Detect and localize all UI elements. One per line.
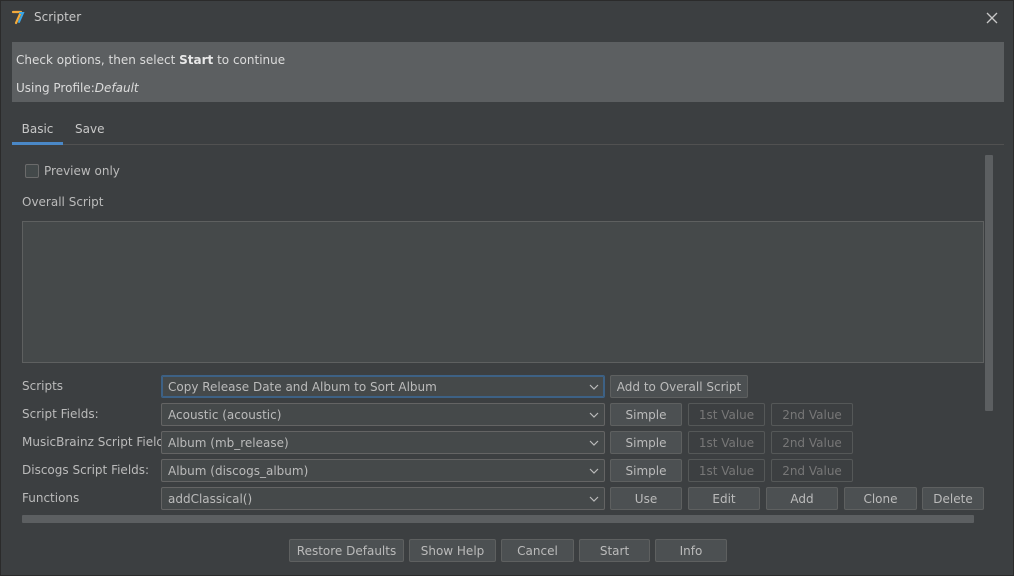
scripter-dialog: Scripter Check options, then select Star… <box>0 0 1014 576</box>
functions-select[interactable]: addClassical() <box>161 487 605 510</box>
restore-defaults-button[interactable]: Restore Defaults <box>289 539 404 562</box>
functions-select-value: addClassical() <box>168 492 253 506</box>
tab-save[interactable]: Save <box>75 114 104 145</box>
discogs-simple-button[interactable]: Simple <box>610 459 682 482</box>
title-bar: Scripter <box>1 1 1013 34</box>
chevron-down-icon <box>588 381 600 393</box>
musicbrainz-fields-label: MusicBrainz Script Fields: <box>22 435 175 449</box>
add-to-overall-script-button[interactable]: Add to Overall Script <box>610 375 748 398</box>
discogs-fields-label: Discogs Script Fields: <box>22 463 150 477</box>
script-fields-simple-button[interactable]: Simple <box>610 403 682 426</box>
checkbox-box[interactable] <box>25 164 39 178</box>
preview-only-checkbox[interactable]: Preview only <box>25 164 120 178</box>
functions-edit-button[interactable]: Edit <box>688 487 760 510</box>
scripts-select[interactable]: Copy Release Date and Album to Sort Albu… <box>161 375 605 398</box>
musicbrainz-2nd-value-button[interactable]: 2nd Value <box>771 431 853 454</box>
instruction-text: Check options, then select Start to cont… <box>16 53 286 67</box>
app-icon <box>10 9 26 25</box>
show-help-button[interactable]: Show Help <box>409 539 496 562</box>
close-icon[interactable] <box>981 7 1003 29</box>
functions-use-button[interactable]: Use <box>610 487 682 510</box>
script-fields-1st-value-button[interactable]: 1st Value <box>688 403 765 426</box>
vertical-scrollbar-thumb[interactable] <box>985 155 993 411</box>
vertical-scrollbar[interactable] <box>984 155 994 517</box>
script-fields-2nd-value-button[interactable]: 2nd Value <box>771 403 853 426</box>
script-fields-select[interactable]: Acoustic (acoustic) <box>161 403 605 426</box>
functions-add-button[interactable]: Add <box>766 487 838 510</box>
functions-label: Functions <box>22 491 80 505</box>
chevron-down-icon <box>588 409 600 421</box>
overall-script-textarea[interactable] <box>22 221 984 363</box>
info-button[interactable]: Info <box>655 539 727 562</box>
start-button[interactable]: Start <box>579 539 650 562</box>
tab-bar: Basic Save <box>12 114 1004 145</box>
profile-name: Default <box>94 81 139 95</box>
discogs-1st-value-button[interactable]: 1st Value <box>688 459 765 482</box>
cancel-button[interactable]: Cancel <box>501 539 574 562</box>
musicbrainz-simple-button[interactable]: Simple <box>610 431 682 454</box>
chevron-down-icon <box>588 465 600 477</box>
discogs-fields-select[interactable]: Album (discogs_album) <box>161 459 605 482</box>
functions-clone-button[interactable]: Clone <box>844 487 917 510</box>
start-keyword: Start <box>179 53 214 67</box>
profile-text: Using Profile:Default <box>16 81 139 95</box>
instruction-banner: Check options, then select Start to cont… <box>12 42 1004 102</box>
discogs-2nd-value-button[interactable]: 2nd Value <box>771 459 853 482</box>
overall-script-label: Overall Script <box>22 195 104 209</box>
musicbrainz-1st-value-button[interactable]: 1st Value <box>688 431 765 454</box>
window-title: Scripter <box>34 10 82 24</box>
scripts-select-value: Copy Release Date and Album to Sort Albu… <box>168 380 437 394</box>
scripts-label: Scripts <box>22 379 64 393</box>
script-fields-select-value: Acoustic (acoustic) <box>168 408 282 422</box>
functions-delete-button[interactable]: Delete <box>922 487 984 510</box>
script-fields-label: Script Fields: <box>22 407 99 421</box>
chevron-down-icon <box>588 493 600 505</box>
chevron-down-icon <box>588 437 600 449</box>
horizontal-scrollbar-thumb[interactable] <box>22 515 974 523</box>
preview-only-label: Preview only <box>44 164 120 178</box>
musicbrainz-fields-select-value: Album (mb_release) <box>168 436 289 450</box>
tab-basic[interactable]: Basic <box>12 114 63 145</box>
basic-panel: Preview only Overall Script Scripts Copy… <box>12 151 994 525</box>
musicbrainz-fields-select[interactable]: Album (mb_release) <box>161 431 605 454</box>
discogs-fields-select-value: Album (discogs_album) <box>168 464 309 478</box>
